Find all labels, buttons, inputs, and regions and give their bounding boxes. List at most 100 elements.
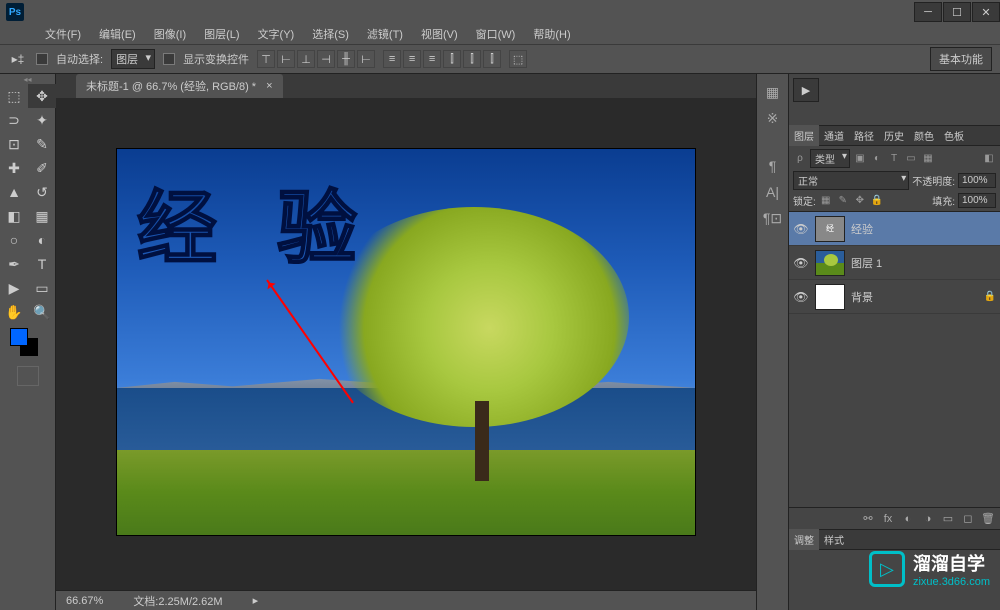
lock-paint-icon[interactable]: ✎	[836, 194, 850, 208]
lock-position-icon[interactable]: ✥	[853, 194, 867, 208]
properties-panel-icon[interactable]: ※	[760, 106, 786, 130]
align-vcenter-icon[interactable]: ⊢	[277, 50, 295, 68]
lasso-tool[interactable]: ⊃	[0, 108, 28, 132]
menu-select[interactable]: 选择(S)	[307, 24, 354, 44]
history-brush-tool[interactable]: ↺	[28, 180, 56, 204]
brush-tool[interactable]: ✐	[28, 156, 56, 180]
menu-help[interactable]: 帮助(H)	[528, 24, 575, 44]
play-action-icon[interactable]: ▶	[793, 78, 819, 102]
align-hcenter-icon[interactable]: ╫	[337, 50, 355, 68]
workspace-switcher[interactable]: 基本功能	[930, 47, 992, 71]
gradient-tool[interactable]: ▦	[28, 204, 56, 228]
menu-layer[interactable]: 图层(L)	[199, 24, 244, 44]
visibility-icon[interactable]: 👁	[793, 290, 809, 304]
lock-transparency-icon[interactable]: ▦	[819, 194, 833, 208]
pen-tool[interactable]: ✒	[0, 252, 28, 276]
distribute-left-icon[interactable]: ⫿	[443, 50, 461, 68]
new-layer-icon[interactable]: ◻	[960, 511, 976, 527]
canvas-viewport[interactable]: 经 验 66.67% 文档:2.25M/2.62M ▸	[56, 98, 756, 610]
doc-size[interactable]: 文档:2.25M/2.62M	[133, 593, 222, 609]
heal-tool[interactable]: ✚	[0, 156, 28, 180]
distribute-hcenter-icon[interactable]: ⫿	[463, 50, 481, 68]
quickmask-button[interactable]	[17, 366, 39, 386]
menu-filter[interactable]: 滤镜(T)	[362, 24, 408, 44]
visibility-icon[interactable]: 👁	[793, 256, 809, 270]
lock-all-icon[interactable]: 🔒	[870, 194, 884, 208]
paragraph-panel-icon[interactable]: A|	[760, 180, 786, 204]
layer-name[interactable]: 图层 1	[851, 255, 996, 271]
layer-mask-icon[interactable]: ◐	[900, 511, 916, 527]
path-select-tool[interactable]: ▶	[0, 276, 28, 300]
link-layers-icon[interactable]: ⚯	[860, 511, 876, 527]
wand-tool[interactable]: ✦	[28, 108, 56, 132]
stamp-tool[interactable]: ▲	[0, 180, 28, 204]
foreground-color[interactable]	[10, 328, 28, 346]
layer-item[interactable]: 👁 背景 🔒	[789, 280, 1000, 314]
marquee-tool[interactable]: ⬚	[0, 84, 28, 108]
menu-window[interactable]: 窗口(W)	[471, 24, 521, 44]
blend-mode-select[interactable]: 正常	[793, 171, 909, 190]
tab-history[interactable]: 历史	[879, 125, 909, 146]
distribute-right-icon[interactable]: ⫿	[483, 50, 501, 68]
layer-thumb[interactable]	[815, 284, 845, 310]
distribute-bottom-icon[interactable]: ≡	[423, 50, 441, 68]
layer-filter-kind[interactable]: 类型	[810, 149, 850, 168]
filter-icon[interactable]: ρ	[793, 152, 807, 166]
layer-thumb[interactable]: 经	[815, 216, 845, 242]
filter-shape-icon[interactable]: ▭	[904, 152, 918, 166]
fill-input[interactable]: 100%	[958, 193, 996, 208]
filter-smart-icon[interactable]: ▦	[921, 152, 935, 166]
layer-item[interactable]: 👁 经 经验	[789, 212, 1000, 246]
color-swatches[interactable]	[0, 324, 55, 364]
menu-image[interactable]: 图像(I)	[149, 24, 191, 44]
filter-pixel-icon[interactable]: ▣	[853, 152, 867, 166]
align-left-icon[interactable]: ⊣	[317, 50, 335, 68]
eraser-tool[interactable]: ◧	[0, 204, 28, 228]
auto-select-target[interactable]: 图层	[111, 49, 155, 69]
tab-color[interactable]: 颜色	[909, 125, 939, 146]
maximize-button[interactable]: ☐	[943, 2, 971, 22]
type-tool[interactable]: T	[28, 252, 56, 276]
eyedropper-tool[interactable]: ✎	[28, 132, 56, 156]
align-right-icon[interactable]: ⊢	[357, 50, 375, 68]
layer-name[interactable]: 背景	[851, 289, 978, 305]
styles-panel-icon[interactable]: ¶⊡	[760, 206, 786, 230]
menu-type[interactable]: 文字(Y)	[253, 24, 300, 44]
document-tab[interactable]: 未标题-1 @ 66.7% (经验, RGB/8) * ×	[76, 74, 283, 98]
opacity-input[interactable]: 100%	[958, 173, 996, 188]
blur-tool[interactable]: ○	[0, 228, 28, 252]
distribute-top-icon[interactable]: ≡	[383, 50, 401, 68]
filter-toggle-icon[interactable]: ◧	[982, 152, 996, 166]
canvas[interactable]: 经 验	[116, 148, 696, 536]
tab-channels[interactable]: 通道	[819, 125, 849, 146]
adjustment-layer-icon[interactable]: ◑	[920, 511, 936, 527]
layer-item[interactable]: 👁 图层 1	[789, 246, 1000, 280]
crop-tool[interactable]: ⊡	[0, 132, 28, 156]
tab-swatch[interactable]: 色板	[939, 125, 969, 146]
filter-type-icon[interactable]: T	[887, 152, 901, 166]
toolbox-handle[interactable]: ◂◂	[0, 74, 55, 84]
align-top-icon[interactable]: ⊤	[257, 50, 275, 68]
dodge-tool[interactable]: ◐	[28, 228, 56, 252]
close-button[interactable]: ✕	[972, 2, 1000, 22]
show-transform-checkbox[interactable]	[163, 53, 175, 65]
status-arrow-icon[interactable]: ▸	[253, 594, 259, 607]
tab-adjustments[interactable]: 调整	[789, 529, 819, 550]
filter-adjust-icon[interactable]: ◐	[870, 152, 884, 166]
tab-layers[interactable]: 图层	[789, 125, 819, 146]
tab-styles[interactable]: 样式	[819, 529, 849, 550]
visibility-icon[interactable]: 👁	[793, 222, 809, 236]
menu-edit[interactable]: 编辑(E)	[94, 24, 141, 44]
history-panel-icon[interactable]: ▦	[760, 80, 786, 104]
tab-paths[interactable]: 路径	[849, 125, 879, 146]
tab-close-icon[interactable]: ×	[266, 80, 272, 92]
delete-layer-icon[interactable]: 🗑	[980, 511, 996, 527]
auto-select-checkbox[interactable]	[36, 53, 48, 65]
move-tool[interactable]: ✥	[28, 84, 56, 108]
distribute-vcenter-icon[interactable]: ≡	[403, 50, 421, 68]
layer-name[interactable]: 经验	[851, 221, 996, 237]
zoom-tool[interactable]: 🔍	[28, 300, 56, 324]
character-panel-icon[interactable]: ¶	[760, 154, 786, 178]
zoom-level[interactable]: 66.67%	[66, 595, 103, 607]
align-bottom-icon[interactable]: ⊥	[297, 50, 315, 68]
